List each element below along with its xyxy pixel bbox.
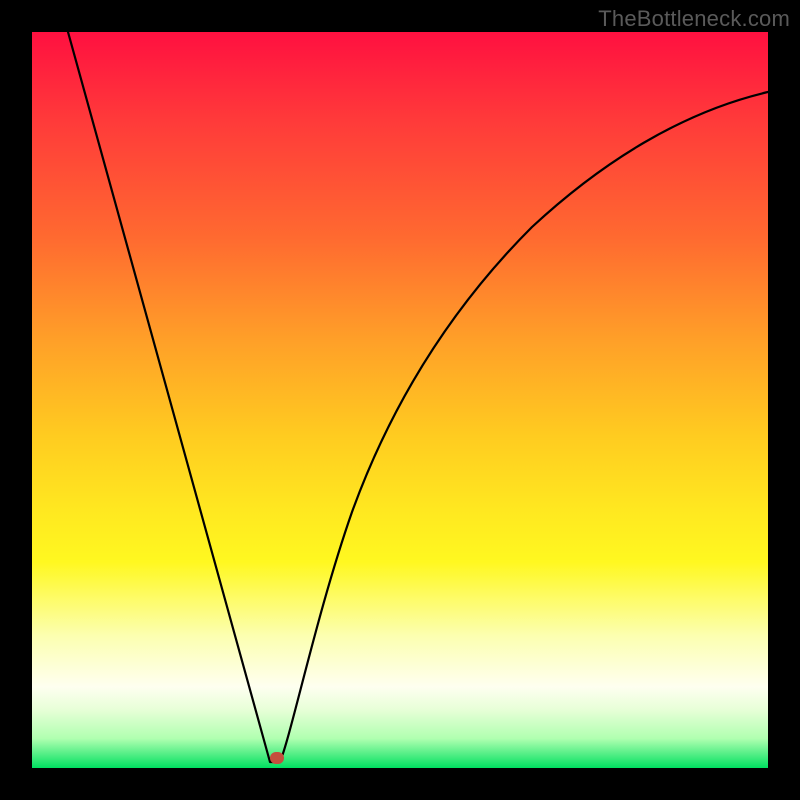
optimal-point-marker (270, 752, 284, 764)
curve-path (68, 32, 768, 762)
plot-area (32, 32, 768, 768)
watermark-text: TheBottleneck.com (598, 6, 790, 32)
bottleneck-curve (32, 32, 768, 768)
chart-frame: TheBottleneck.com (0, 0, 800, 800)
